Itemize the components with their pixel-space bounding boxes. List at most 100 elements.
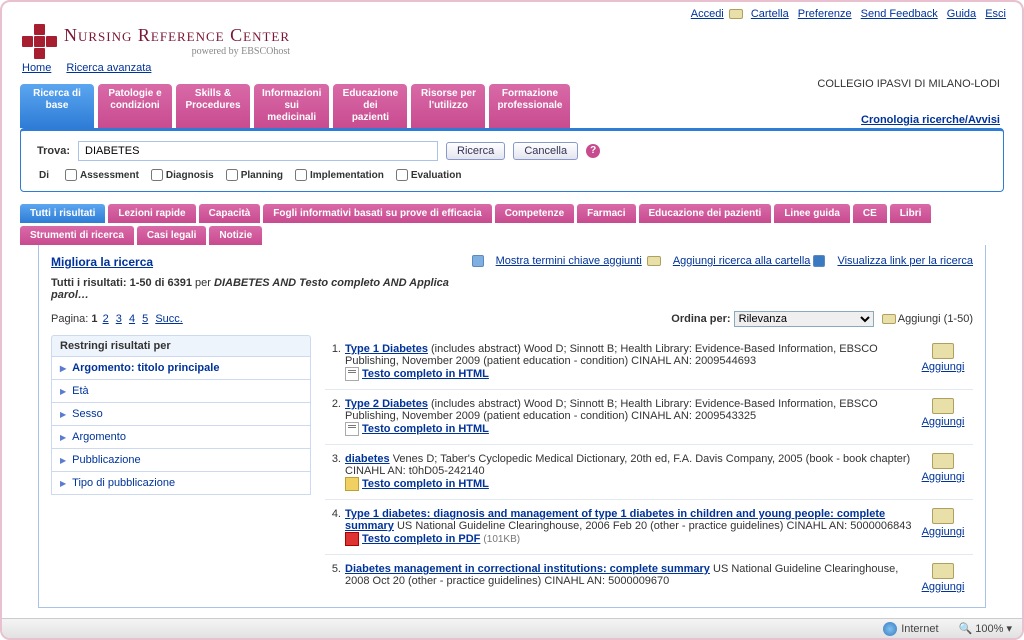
magnifier-icon bbox=[472, 255, 484, 267]
limiter-checkbox[interactable]: Assessment bbox=[65, 169, 139, 181]
page-link[interactable]: 5 bbox=[142, 313, 148, 325]
preferences-link[interactable]: Preferenze bbox=[798, 8, 852, 20]
help-link[interactable]: Guida bbox=[947, 8, 976, 20]
result-title-link[interactable]: Type 1 Diabetes bbox=[345, 343, 428, 355]
limiter-checkbox[interactable]: Evaluation bbox=[396, 169, 462, 181]
add-to-folder[interactable]: Aggiungi bbox=[913, 563, 973, 593]
search-button[interactable]: Ricerca bbox=[446, 142, 505, 160]
add-to-folder[interactable]: Aggiungi bbox=[913, 398, 973, 436]
feedback-link[interactable]: Send Feedback bbox=[861, 8, 938, 20]
result-item: 4.Type 1 diabetes: diagnosis and managem… bbox=[325, 499, 973, 554]
clear-button[interactable]: Cancella bbox=[513, 142, 578, 160]
logo-title: Nursing Reference Center bbox=[64, 25, 290, 46]
limiter-checkbox[interactable]: Implementation bbox=[295, 169, 384, 181]
result-type-tab[interactable]: Lezioni rapide bbox=[108, 204, 195, 223]
result-type-tab[interactable]: Fogli informativi basati su prove di eff… bbox=[263, 204, 491, 223]
result-number: 5. bbox=[325, 563, 345, 593]
result-type-tab[interactable]: Notizie bbox=[209, 226, 262, 245]
result-type-tab[interactable]: Capacità bbox=[199, 204, 261, 223]
result-title-link[interactable]: diabetes bbox=[345, 453, 390, 465]
login-link[interactable]: Accedi bbox=[691, 8, 724, 20]
limiter-checkbox[interactable]: Planning bbox=[226, 169, 283, 181]
main-tab[interactable]: Ricerca dibase bbox=[20, 84, 94, 128]
next-page-link[interactable]: Succ. bbox=[155, 313, 183, 325]
folder-link[interactable]: Cartella bbox=[751, 8, 789, 20]
fulltext-link[interactable]: Testo completo in HTML bbox=[362, 368, 489, 380]
main-tab[interactable]: Formazioneprofessionale bbox=[489, 84, 570, 128]
result-type-tab[interactable]: Tutti i risultati bbox=[20, 204, 105, 223]
search-label: Trova: bbox=[37, 145, 70, 157]
permalink-link[interactable]: Visualizza link per la ricerca bbox=[837, 255, 973, 267]
facet-item[interactable]: Età bbox=[51, 380, 311, 403]
primary-nav: Home Ricerca avanzata bbox=[2, 60, 1022, 78]
add-to-folder[interactable]: Aggiungi bbox=[913, 508, 973, 546]
top-utility-links: Accedi Cartella Preferenze Send Feedback… bbox=[2, 2, 1022, 20]
main-tab[interactable]: Informazionisuimedicinali bbox=[254, 84, 329, 128]
folder-icon bbox=[932, 343, 954, 359]
search-history-link[interactable]: Cronologia ricerche/Avvisi bbox=[861, 114, 1000, 126]
security-zone: Internet bbox=[901, 622, 938, 634]
help-icon[interactable]: ? bbox=[586, 144, 600, 158]
fulltext-link[interactable]: Testo completo in HTML bbox=[362, 423, 489, 435]
zoom-level[interactable]: 🔍 100% ▾ bbox=[959, 622, 1012, 635]
folder-icon bbox=[882, 314, 896, 324]
sort-select[interactable]: Rilevanza bbox=[734, 311, 874, 327]
limiters-row: Di Assessment Diagnosis Planning Impleme… bbox=[37, 169, 987, 181]
fulltext-link[interactable]: Testo completo in PDF bbox=[362, 533, 480, 545]
doc-icon bbox=[345, 422, 359, 436]
result-title-link[interactable]: Diabetes management in correctional inst… bbox=[345, 563, 710, 575]
doc-icon bbox=[345, 477, 359, 491]
facet-item[interactable]: Argomento bbox=[51, 426, 311, 449]
page-link[interactable]: 4 bbox=[129, 313, 135, 325]
result-title-link[interactable]: Type 2 Diabetes bbox=[345, 398, 428, 410]
facet-item[interactable]: Argomento: titolo principale bbox=[51, 357, 311, 380]
refine-search-link[interactable]: Migliora la ricerca bbox=[51, 255, 153, 269]
result-type-tab[interactable]: Educazione dei pazienti bbox=[639, 204, 772, 223]
home-link[interactable]: Home bbox=[22, 62, 51, 74]
result-type-tab[interactable]: CE bbox=[853, 204, 887, 223]
advanced-search-link[interactable]: Ricerca avanzata bbox=[66, 62, 151, 74]
show-terms-link[interactable]: Mostra termini chiave aggiunti bbox=[496, 255, 642, 267]
result-type-tab[interactable]: Casi legali bbox=[137, 226, 206, 245]
result-type-tab[interactable]: Libri bbox=[890, 204, 932, 223]
facet-item[interactable]: Pubblicazione bbox=[51, 449, 311, 472]
result-type-tab[interactable]: Farmaci bbox=[577, 204, 635, 223]
logout-link[interactable]: Esci bbox=[985, 8, 1006, 20]
add-to-folder[interactable]: Aggiungi bbox=[913, 453, 973, 491]
folder-icon bbox=[932, 563, 954, 579]
globe-icon bbox=[883, 622, 897, 636]
facet-item[interactable]: Sesso bbox=[51, 403, 311, 426]
page-link[interactable]: 3 bbox=[116, 313, 122, 325]
result-number: 1. bbox=[325, 343, 345, 381]
limiter-checkbox[interactable]: Diagnosis bbox=[151, 169, 214, 181]
site-logo: Nursing Reference Center powered by EBSC… bbox=[22, 24, 1006, 58]
main-tab[interactable]: Skills &Procedures bbox=[176, 84, 250, 128]
main-tab[interactable]: Patologie econdizioni bbox=[98, 84, 172, 128]
results-panel: Migliora la ricerca Mostra termini chiav… bbox=[38, 245, 986, 608]
folder-icon bbox=[932, 453, 954, 469]
result-type-tabs-row2: Strumenti di ricercaCasi legaliNotizie bbox=[20, 226, 1004, 245]
results-summary: Tutti i risultati: 1-50 di 6391 per DIAB… bbox=[51, 277, 973, 301]
results-list: 1.Type 1 Diabetes (includes abstract) Wo… bbox=[325, 335, 973, 601]
add-range-link[interactable]: Aggiungi (1-50) bbox=[898, 313, 973, 325]
main-tab[interactable]: Educazionedeipazienti bbox=[333, 84, 407, 128]
folder-icon bbox=[932, 398, 954, 414]
page-link[interactable]: 2 bbox=[103, 313, 109, 325]
result-type-tab[interactable]: Strumenti di ricerca bbox=[20, 226, 134, 245]
add-search-folder-link[interactable]: Aggiungi ricerca alla cartella bbox=[673, 255, 811, 267]
permalink-icon bbox=[813, 255, 825, 267]
result-type-tab[interactable]: Competenze bbox=[495, 204, 574, 223]
sort-controls: Ordina per: Rilevanza Aggiungi (1-50) bbox=[671, 311, 973, 327]
add-to-folder[interactable]: Aggiungi bbox=[913, 343, 973, 381]
file-size: (101KB) bbox=[483, 534, 520, 545]
browser-status-bar: Internet 🔍 100% ▾ bbox=[2, 618, 1022, 638]
main-tab[interactable]: Risorse perl'utilizzo bbox=[411, 84, 485, 128]
result-meta: Venes D; Taber's Cyclopedic Medical Dict… bbox=[345, 453, 910, 477]
result-item: 3.diabetes Venes D; Taber's Cyclopedic M… bbox=[325, 444, 973, 499]
result-type-tab[interactable]: Linee guida bbox=[774, 204, 850, 223]
result-number: 3. bbox=[325, 453, 345, 491]
fulltext-link[interactable]: Testo completo in HTML bbox=[362, 478, 489, 490]
search-input[interactable] bbox=[78, 141, 438, 161]
logo-subtitle: powered by EBSCOhost bbox=[64, 46, 290, 57]
facet-item[interactable]: Tipo di pubblicazione bbox=[51, 472, 311, 495]
